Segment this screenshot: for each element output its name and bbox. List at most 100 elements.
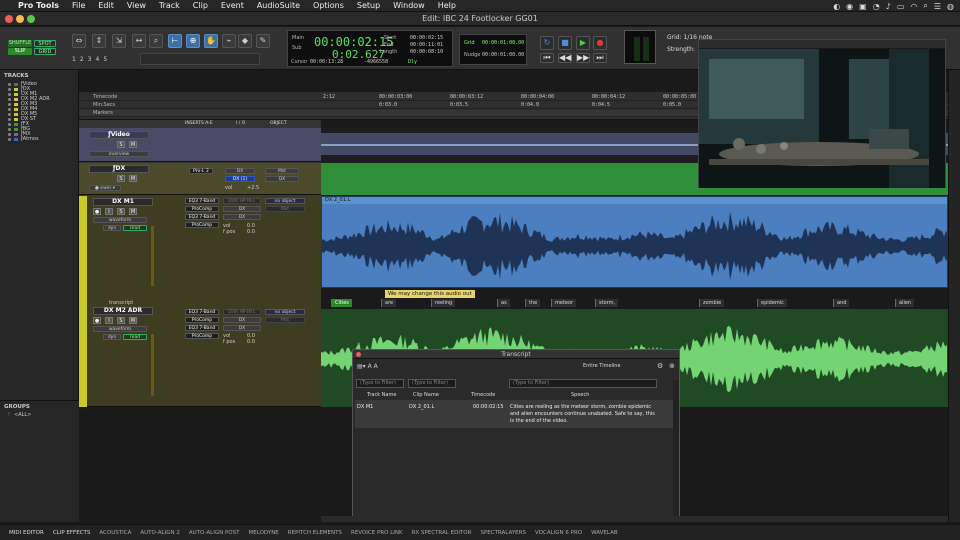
zoomer-tool-icon[interactable]: ⌕ [149, 34, 163, 48]
output-selector[interactable]: DX (1) [225, 176, 255, 182]
track-view-selector[interactable]: overview [89, 151, 149, 157]
transcript-word[interactable]: zombie [699, 299, 725, 307]
transcript-options-icon[interactable]: ▤▾ A A [357, 363, 378, 370]
speech-column[interactable]: Speech [571, 392, 589, 398]
io-column-header[interactable]: I / O [236, 121, 245, 126]
track-dx-m2-adr[interactable]: transcript DX M2 ADR ● I S M waveform dy… [79, 300, 321, 407]
selector-tool-icon[interactable]: ⊕ [186, 34, 200, 48]
transcript-word[interactable]: meteor [551, 299, 577, 307]
volume-icon[interactable]: ♪ [886, 2, 891, 11]
send-selector[interactable]: DX [223, 325, 261, 331]
search-icon[interactable]: ⌕ [923, 1, 927, 11]
grid-mode-button[interactable]: GRID [34, 48, 56, 55]
transcript-scope-selector[interactable]: Entire Timeline [583, 363, 621, 369]
trim-tool-icon[interactable]: ↔ [132, 34, 146, 48]
automation-mode-selector[interactable]: read [123, 334, 147, 340]
vertical-scrollbar[interactable] [948, 70, 960, 522]
track-dx-folder[interactable]: ƒDX S M ● ewer ▾ Pro-L 2 DX DX (1) Mst D… [79, 163, 321, 195]
track-visibility-icon[interactable] [8, 113, 11, 116]
dx-m1-clip[interactable]: DX 2_01.L [321, 196, 948, 288]
input-selector[interactable]: DXR HP IN L [223, 198, 261, 204]
transcript-word[interactable]: the [525, 299, 541, 307]
battery-icon[interactable]: ▭ [897, 2, 905, 11]
mute-button[interactable]: M [129, 175, 137, 182]
tab-acoustica[interactable]: ACOUSTICA [99, 530, 131, 536]
nudge-label[interactable]: Nudge [464, 52, 480, 58]
mute-button[interactable]: M [129, 208, 137, 215]
menu-help[interactable]: Help [438, 1, 456, 10]
play-icon[interactable]: ▶ [576, 36, 590, 50]
mute-button[interactable]: M [129, 141, 137, 148]
rewind-icon[interactable]: ◀◀ [558, 53, 572, 63]
send-selector[interactable]: DX [223, 214, 261, 220]
transcript-word[interactable]: Cities [331, 299, 352, 307]
transcript-scrollbar[interactable] [673, 380, 679, 520]
selection-length[interactable]: 00:00:08:10 [410, 49, 443, 55]
zoom-preset-2[interactable]: 2 [80, 56, 84, 63]
tab-melodyne[interactable]: MELODYNE [248, 530, 278, 536]
zoom-mode-icon[interactable]: ⇲ [112, 34, 126, 48]
row-speech[interactable]: Cities are reeling as the meteor storm, … [510, 404, 660, 425]
menu-track[interactable]: Track [159, 1, 180, 10]
smart-tool-icon[interactable]: ⌁ [222, 34, 236, 48]
wifi-icon[interactable]: ◠ [910, 2, 917, 11]
siri-icon[interactable]: ◍ [947, 2, 954, 11]
dyn-button[interactable]: dyn [103, 225, 121, 231]
fpos-value[interactable]: 0.0 [247, 229, 255, 235]
solo-button[interactable]: S [117, 208, 125, 215]
nudge-value[interactable]: 00:00:01:00.00 [482, 52, 524, 58]
track-list-item[interactable]: ƒAtmos [0, 137, 78, 142]
mute-button[interactable]: M [129, 317, 137, 324]
timecode-column[interactable]: Timecode [471, 392, 495, 398]
zoom-vertical-icon[interactable]: ⇕ [92, 34, 106, 48]
insert-slot[interactable]: ProComp [185, 222, 219, 228]
transcript-word[interactable]: storm, [595, 299, 619, 307]
track-view-selector[interactable]: waveform [93, 326, 147, 332]
tab-wavelab[interactable]: WAVELAB [591, 530, 618, 536]
menu-app[interactable]: Pro Tools [18, 1, 59, 10]
output-selector[interactable]: DX [223, 317, 261, 323]
tab-clip-effects[interactable]: CLIP EFFECTS [53, 530, 91, 536]
status-icon-2[interactable]: ◉ [846, 2, 853, 11]
control-center-icon[interactable]: ☰ [934, 2, 941, 11]
spot-mode-button[interactable]: SPOT [34, 40, 56, 47]
track-view-selector[interactable]: ● ewer ▾ [89, 185, 121, 191]
zoom-preset-3[interactable]: 3 [88, 56, 92, 63]
selection-end[interactable]: 00:00:11:01 [410, 42, 443, 48]
track-visibility-icon[interactable] [8, 83, 11, 86]
track-video[interactable]: ƒVideo S M overview [79, 128, 321, 162]
output-selector[interactable]: DX [223, 206, 261, 212]
close-window-button[interactable] [5, 15, 13, 23]
clip-filter-input[interactable]: (Type to Filter) [408, 379, 456, 388]
slip-mode-button[interactable]: SLIP [8, 48, 32, 55]
video-window[interactable] [698, 39, 946, 188]
transcript-word[interactable]: alien [895, 299, 915, 307]
trim-tool-active-icon[interactable]: ⊢ [168, 34, 182, 48]
tab-repitch-elements[interactable]: REPITCH ELEMENTS [288, 530, 342, 536]
speech-filter-input[interactable]: (Type to Filter) [509, 379, 657, 388]
go-to-end-icon[interactable]: ⏭ [593, 53, 607, 63]
track-visibility-icon[interactable] [8, 98, 11, 101]
solo-button[interactable]: S [117, 141, 125, 148]
record-arm-button[interactable]: ● [93, 317, 101, 324]
grid-value[interactable]: 00:00:01:00.00 [482, 40, 524, 46]
insert-slot[interactable]: ProComp [185, 206, 219, 212]
track-visibility-icon[interactable] [8, 123, 11, 126]
transcript-close-button[interactable] [356, 352, 361, 357]
edit-tool-options[interactable] [140, 53, 260, 65]
grid-label[interactable]: Grid [464, 40, 475, 46]
insert-slot[interactable]: EQ3 7-Band [185, 214, 219, 220]
loop-playback-icon[interactable]: ↻ [540, 36, 554, 50]
volume-value[interactable]: +2.5 [247, 185, 259, 191]
tab-rx-spectral-editor[interactable]: RX SPECTRAL EDITOR [412, 530, 472, 536]
return-to-zero-icon[interactable]: ⏮ [540, 53, 554, 63]
object-output[interactable]: Mst [265, 206, 305, 212]
track-visibility-icon[interactable] [8, 133, 11, 136]
insert-slot[interactable]: Pro-L 2 [189, 168, 213, 174]
fpos-value[interactable]: 0.0 [247, 339, 255, 345]
object-output[interactable]: DX [265, 176, 299, 182]
tab-auto-align-2[interactable]: AUTO-ALIGN 2 [140, 530, 180, 536]
transcript-word[interactable]: as [497, 299, 510, 307]
track-visibility-icon[interactable] [8, 128, 11, 131]
horizontal-scrollbar[interactable] [321, 516, 948, 522]
